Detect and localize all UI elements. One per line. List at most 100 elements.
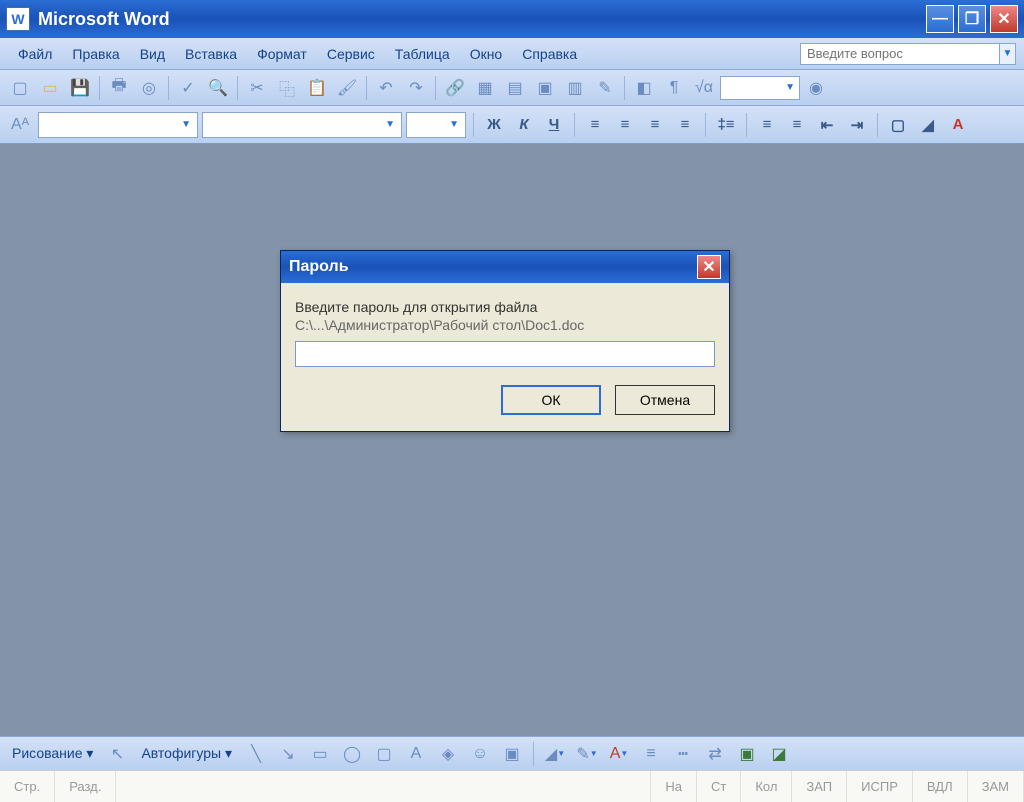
textbox-icon[interactable]: ▢: [370, 740, 398, 768]
autoshapes-menu[interactable]: Автофигуры ▾: [135, 745, 238, 762]
help-search-input[interactable]: [800, 43, 1000, 65]
clipart-icon[interactable]: ☺: [466, 740, 494, 768]
align-right-icon[interactable]: ≡: [642, 112, 668, 138]
help-icon[interactable]: ◉: [802, 74, 830, 102]
status-col: Кол: [741, 771, 792, 802]
align-left-icon[interactable]: ≡: [582, 112, 608, 138]
dialog-close-button[interactable]: ✕: [697, 255, 721, 279]
open-icon[interactable]: ▭: [36, 74, 64, 102]
dash-style-icon[interactable]: ┅: [669, 740, 697, 768]
insert-table-icon[interactable]: ▤: [501, 74, 529, 102]
numbered-list-icon[interactable]: ≡: [754, 112, 780, 138]
show-marks-icon[interactable]: ¶: [660, 74, 688, 102]
dialog-prompt: Введите пароль для открытия файла: [295, 299, 715, 315]
drawing-icon[interactable]: ✎: [591, 74, 619, 102]
format-painter-icon[interactable]: 🖌: [333, 74, 361, 102]
align-justify-icon[interactable]: ≡: [672, 112, 698, 138]
titlebar: W Microsoft Word — ❐ ✕: [0, 0, 1024, 38]
menu-tools[interactable]: Сервис: [317, 43, 385, 65]
chevron-down-icon: ▼: [379, 119, 395, 130]
password-input[interactable]: [295, 341, 715, 367]
underline-button[interactable]: Ч: [541, 112, 567, 138]
undo-icon[interactable]: ↶: [372, 74, 400, 102]
menu-help[interactable]: Справка: [512, 43, 587, 65]
wordart-icon[interactable]: A: [402, 740, 430, 768]
menu-edit[interactable]: Правка: [62, 43, 129, 65]
restore-button[interactable]: ❐: [958, 5, 986, 33]
bulleted-list-icon[interactable]: ≡: [784, 112, 810, 138]
status-section: Разд.: [55, 771, 116, 802]
dialog-title-text: Пароль: [289, 258, 349, 276]
dialog-button-row: ОК Отмена: [281, 375, 729, 431]
print-preview-icon[interactable]: ◎: [135, 74, 163, 102]
select-objects-icon[interactable]: ↖: [103, 740, 131, 768]
dialog-file-path: C:\...\Администратор\Рабочий стол\Doc1.d…: [295, 317, 715, 333]
fill-color-icon[interactable]: ◢▼: [541, 740, 569, 768]
line-icon[interactable]: ╲: [242, 740, 270, 768]
dialog-titlebar: Пароль ✕: [281, 251, 729, 283]
menu-view[interactable]: Вид: [130, 43, 175, 65]
decrease-indent-icon[interactable]: ⇤: [814, 112, 840, 138]
font-combo[interactable]: ▼: [202, 112, 402, 138]
tables-borders-icon[interactable]: ▦: [471, 74, 499, 102]
ok-button[interactable]: ОК: [501, 385, 601, 415]
font-color-draw-icon[interactable]: A▼: [605, 740, 633, 768]
bold-button[interactable]: Ж: [481, 112, 507, 138]
cut-icon[interactable]: ✂: [243, 74, 271, 102]
save-icon[interactable]: 💾: [66, 74, 94, 102]
rectangle-icon[interactable]: ▭: [306, 740, 334, 768]
drawing-menu[interactable]: Рисование ▾: [6, 745, 99, 762]
menu-table[interactable]: Таблица: [385, 43, 460, 65]
zoom-combo[interactable]: ▼: [720, 76, 800, 100]
document-workspace: Пароль ✕ Введите пароль для открытия фай…: [0, 144, 1024, 736]
copy-icon[interactable]: ⿻: [273, 74, 301, 102]
align-center-icon[interactable]: ≡: [612, 112, 638, 138]
password-dialog: Пароль ✕ Введите пароль для открытия фай…: [280, 250, 730, 432]
arrow-icon[interactable]: ↘: [274, 740, 302, 768]
picture-icon[interactable]: ▣: [498, 740, 526, 768]
3d-icon[interactable]: ◪: [765, 740, 793, 768]
cancel-button[interactable]: Отмена: [615, 385, 715, 415]
redo-icon[interactable]: ↷: [402, 74, 430, 102]
increase-indent-icon[interactable]: ⇥: [844, 112, 870, 138]
arrow-style-icon[interactable]: ⇄: [701, 740, 729, 768]
menu-format[interactable]: Формат: [247, 43, 317, 65]
status-line: Ст: [697, 771, 741, 802]
menu-window[interactable]: Окно: [460, 43, 513, 65]
spellcheck-icon[interactable]: ✓: [174, 74, 202, 102]
oval-icon[interactable]: ◯: [338, 740, 366, 768]
print-icon[interactable]: 🖶: [105, 74, 133, 102]
borders-icon[interactable]: ▢: [885, 112, 911, 138]
research-icon[interactable]: 🔍: [204, 74, 232, 102]
styles-pane-icon[interactable]: Aᴬ: [6, 111, 34, 139]
italic-button[interactable]: К: [511, 112, 537, 138]
hyperlink-icon[interactable]: 🔗: [441, 74, 469, 102]
excel-icon[interactable]: ▣: [531, 74, 559, 102]
status-at: На: [651, 771, 697, 802]
new-doc-icon[interactable]: ▢: [6, 74, 34, 102]
application-window: W Microsoft Word — ❐ ✕ Файл Правка Вид В…: [0, 0, 1024, 802]
diagram-icon[interactable]: ◈: [434, 740, 462, 768]
columns-icon[interactable]: ▥: [561, 74, 589, 102]
status-rec: ЗАП: [792, 771, 847, 802]
menu-file[interactable]: Файл: [8, 43, 62, 65]
chevron-down-icon: ▼: [785, 82, 795, 93]
help-search-dropdown[interactable]: ▼: [1000, 43, 1016, 65]
app-title: Microsoft Word: [38, 9, 170, 30]
shadow-icon[interactable]: ▣: [733, 740, 761, 768]
style-combo[interactable]: ▼: [38, 112, 198, 138]
menu-insert[interactable]: Вставка: [175, 43, 247, 65]
line-spacing-icon[interactable]: ‡≡: [713, 112, 739, 138]
chevron-down-icon: ▼: [175, 119, 191, 130]
drawing-toolbar: Рисование ▾ ↖ Автофигуры ▾ ╲ ↘ ▭ ◯ ▢ A ◈…: [0, 736, 1024, 770]
doc-map-icon[interactable]: ◧: [630, 74, 658, 102]
paste-icon[interactable]: 📋: [303, 74, 331, 102]
highlight-icon[interactable]: ◢: [915, 112, 941, 138]
line-color-icon[interactable]: ✎▼: [573, 740, 601, 768]
line-style-icon[interactable]: ≡: [637, 740, 665, 768]
zoom-icon[interactable]: √α: [690, 74, 718, 102]
font-size-combo[interactable]: ▼: [406, 112, 466, 138]
font-color-icon[interactable]: A: [945, 112, 971, 138]
close-button[interactable]: ✕: [990, 5, 1018, 33]
minimize-button[interactable]: —: [926, 5, 954, 33]
